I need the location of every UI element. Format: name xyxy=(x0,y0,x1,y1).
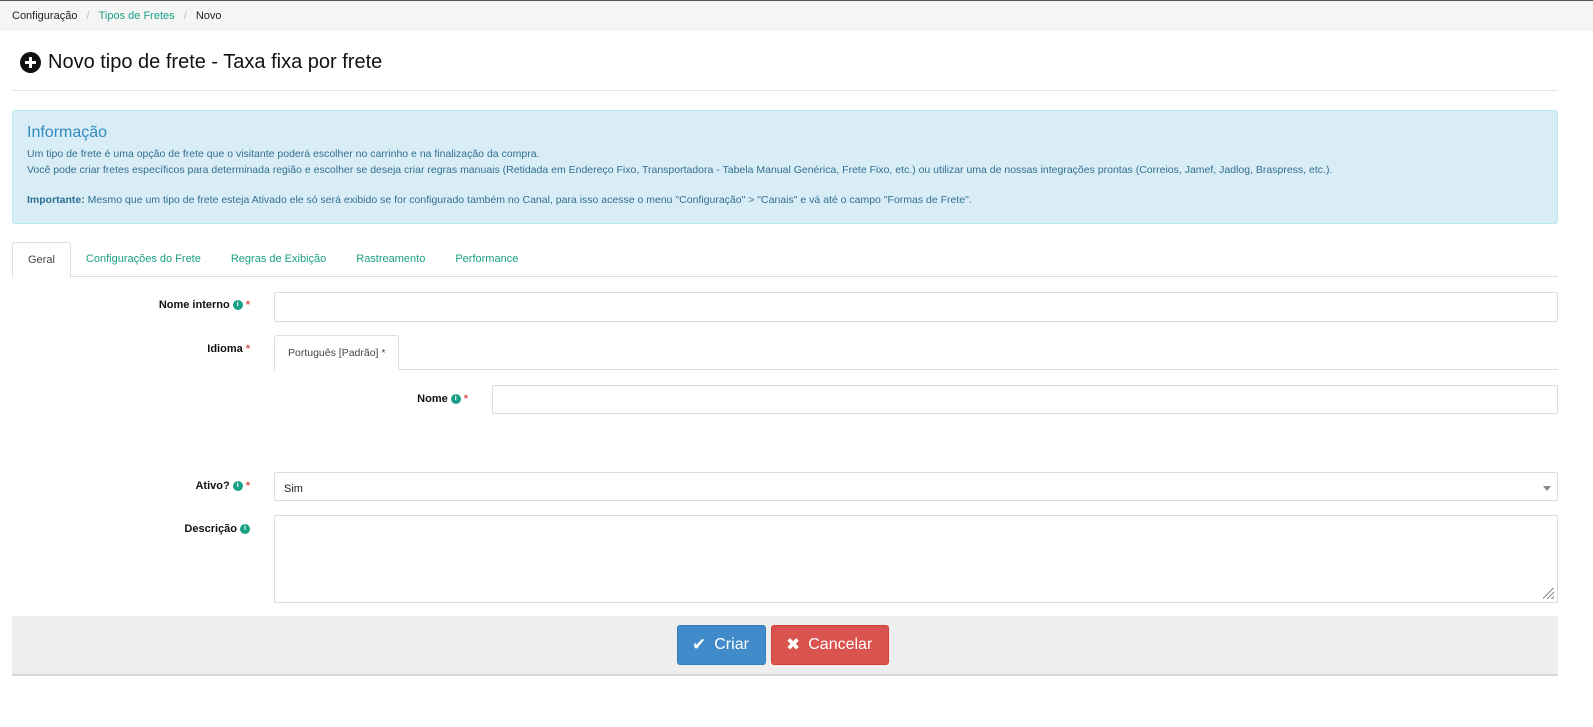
check-icon: ✔ xyxy=(692,635,707,654)
close-icon: ✖ xyxy=(786,635,801,654)
info-icon[interactable]: i xyxy=(450,394,461,404)
breadcrumb-current: Novo xyxy=(195,10,222,23)
name-label: Nome i * xyxy=(280,391,468,407)
required-mark: * xyxy=(245,480,250,492)
breadcrumb-separator: / xyxy=(183,10,187,23)
breadcrumb-separator: / xyxy=(86,10,90,23)
description-label-text: Descrição xyxy=(184,523,237,535)
description-textarea[interactable] xyxy=(274,515,1558,603)
info-important-label: Importante: xyxy=(27,194,85,206)
active-label: Ativo? i * xyxy=(60,478,250,494)
active-select[interactable]: Sim xyxy=(274,472,1558,501)
breadcrumb-root: Configuração xyxy=(12,10,78,23)
tab-rastreamento[interactable]: Rastreamento xyxy=(341,242,440,277)
info-title: Informação xyxy=(27,124,108,141)
tab-bar: Geral Configurações do Frete Regras de E… xyxy=(12,242,1558,278)
page-title-text: Novo tipo de frete - Taxa fixa por frete xyxy=(48,50,383,73)
info-line-1: Um tipo de frete é uma opção de frete qu… xyxy=(27,148,540,160)
name-input[interactable] xyxy=(492,385,1558,414)
internal-name-input[interactable] xyxy=(274,292,1558,322)
resize-handle[interactable] xyxy=(1543,588,1556,601)
chevron-down-icon xyxy=(1543,486,1551,491)
plus-circle-icon xyxy=(20,51,41,73)
create-button[interactable]: ✔ Criar xyxy=(677,625,766,665)
tab-geral[interactable]: Geral xyxy=(12,242,71,278)
tab-performance[interactable]: Performance xyxy=(440,242,533,277)
required-mark: * xyxy=(245,343,250,355)
form-actions: ✔ Criar ✖ Cancelar xyxy=(12,616,1558,676)
tab-regras-de-exibicao[interactable]: Regras de Exibição xyxy=(216,242,341,277)
breadcrumb-link-tipos-de-fretes[interactable]: Tipos de Fretes xyxy=(99,10,175,22)
info-important-text: Mesmo que um tipo de frete esteja Ativad… xyxy=(87,194,972,206)
language-tabs: Português [Padrão] * xyxy=(274,335,1558,371)
info-alert: Informação Um tipo de frete é uma opção … xyxy=(12,110,1558,224)
info-line-2: Você pode criar fretes específicos para … xyxy=(27,163,1333,176)
cancel-button[interactable]: ✖ Cancelar xyxy=(771,625,889,665)
tab-configuracoes-do-frete[interactable]: Configurações do Frete xyxy=(71,242,216,277)
required-mark: * xyxy=(463,393,468,405)
active-label-text: Ativo? xyxy=(195,480,230,492)
language-label: Idioma * xyxy=(60,341,250,357)
tab-language-portugues[interactable]: Português [Padrão] * xyxy=(274,335,400,371)
internal-name-label: Nome interno i * xyxy=(60,297,250,313)
name-label-text: Nome xyxy=(417,393,448,405)
info-icon[interactable]: i xyxy=(232,481,243,491)
title-divider xyxy=(12,90,1558,91)
page-title: Novo tipo de frete - Taxa fixa por frete xyxy=(20,48,382,76)
resize-grip-icon xyxy=(1543,588,1554,599)
internal-name-label-text: Nome interno xyxy=(158,299,230,311)
required-mark: * xyxy=(245,299,250,311)
info-icon[interactable]: i xyxy=(232,300,243,310)
info-icon[interactable]: i xyxy=(240,524,250,534)
description-label: Descrição i xyxy=(60,521,250,537)
info-important: Importante: Mesmo que um tipo de frete e… xyxy=(27,193,1543,209)
language-label-text: Idioma xyxy=(207,343,243,355)
breadcrumb: Configuração / Tipos de Fretes / Novo xyxy=(0,0,1593,31)
create-button-label: Criar xyxy=(714,636,749,653)
cancel-button-label: Cancelar xyxy=(808,636,873,653)
active-select-value: Sim xyxy=(284,483,303,495)
